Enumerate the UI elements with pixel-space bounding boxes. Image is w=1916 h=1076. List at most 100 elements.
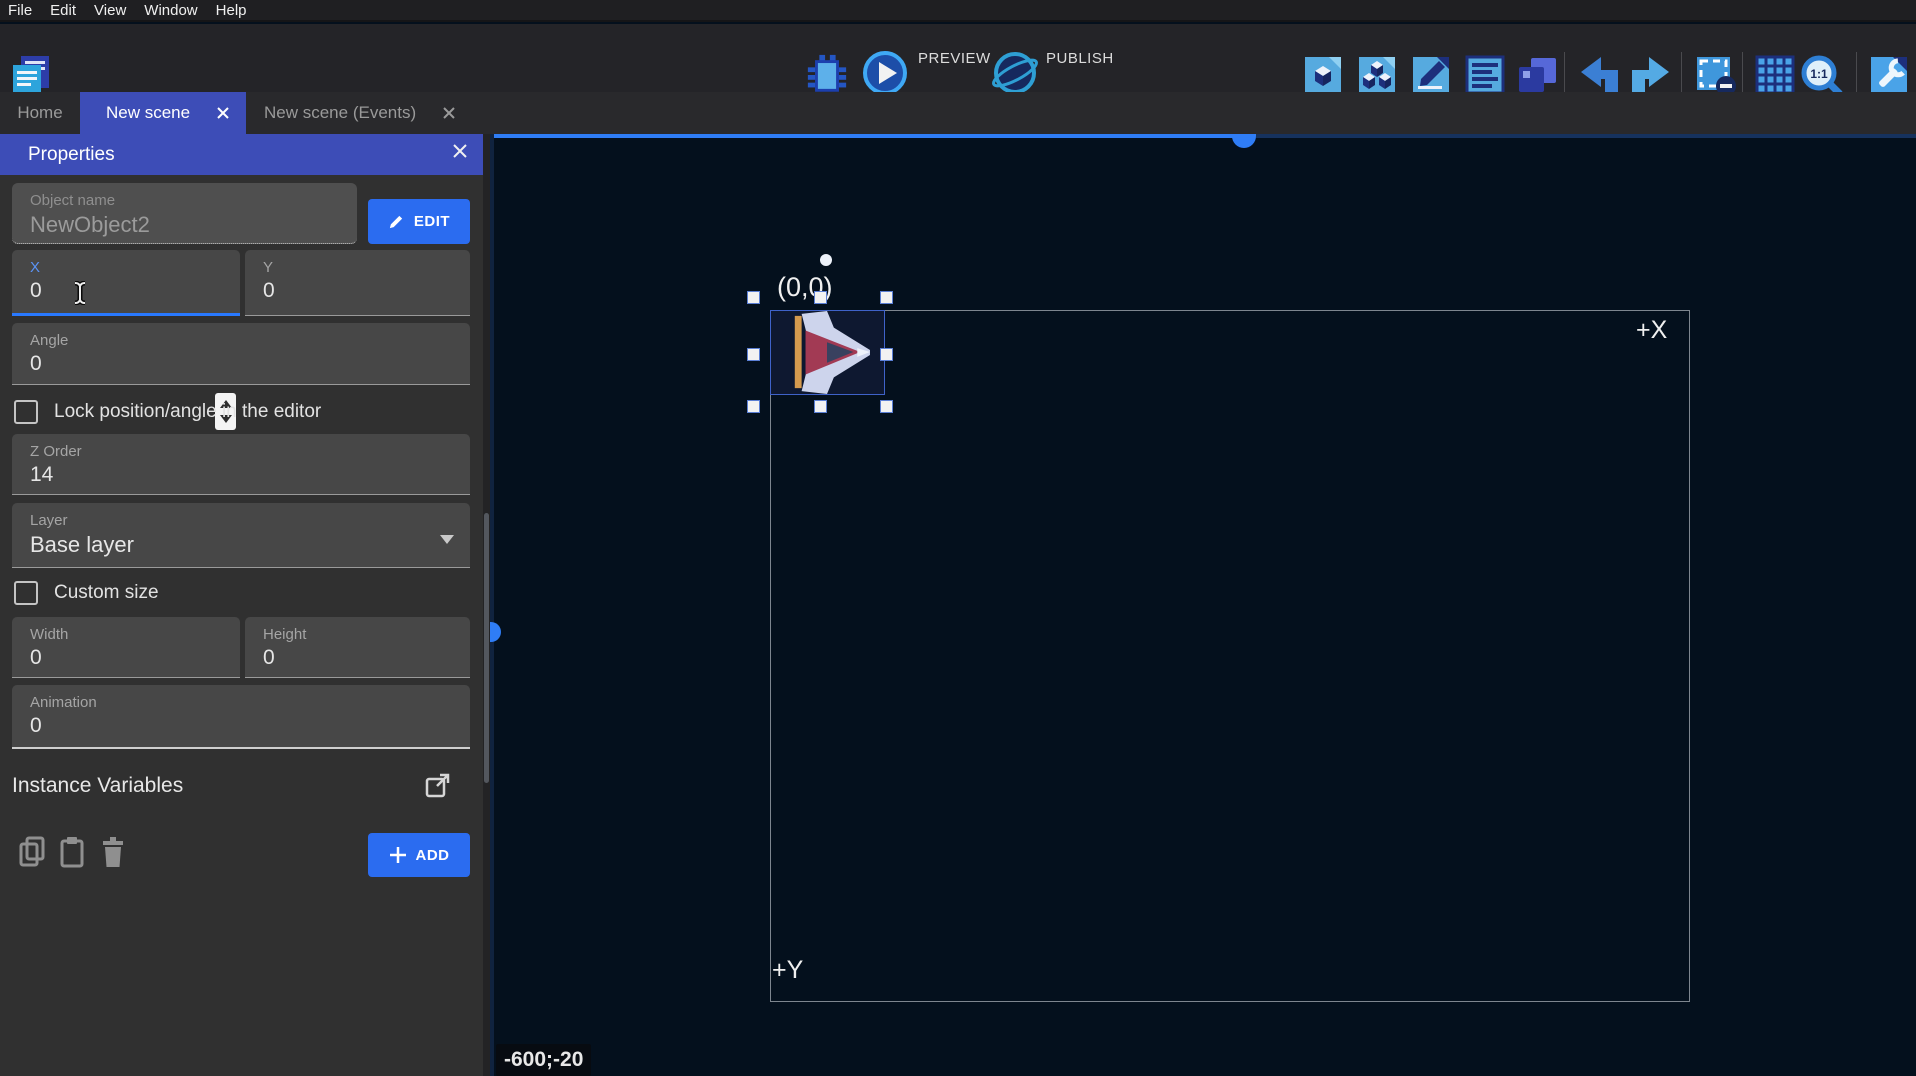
toolbar-separator <box>1681 52 1682 96</box>
width-field[interactable]: Width 0 <box>12 617 240 678</box>
preview-button-label[interactable]: PREVIEW <box>918 24 991 92</box>
zoom-1-1-icon: 1:1 <box>1799 53 1843 97</box>
canvas-vertical-scrollbar[interactable] <box>490 134 494 1076</box>
selection-handle-bottom-center[interactable] <box>814 400 827 413</box>
selection-handle-mid-left[interactable] <box>747 348 760 361</box>
angle-field[interactable]: Angle 0 <box>12 323 470 385</box>
canvas-vertical-scrollbar-handle[interactable] <box>490 622 501 642</box>
paste-variable-icon[interactable] <box>58 836 86 873</box>
axis-x-label: +X <box>1636 316 1667 345</box>
main-toolbar: PREVIEW PUBLISH <box>0 24 1916 92</box>
tab-home-label: Home <box>17 103 62 123</box>
plus-icon <box>389 846 407 864</box>
selection-handle-bottom-left[interactable] <box>747 400 760 413</box>
custom-size-label: Custom size <box>54 582 159 604</box>
tab-bar: Home New scene New scene (Events) <box>0 92 1916 134</box>
selection-handle-mid-right[interactable] <box>880 348 893 361</box>
height-label: Height <box>263 626 470 643</box>
x-position-field[interactable]: X 0 <box>12 250 240 316</box>
menu-bar: File Edit View Window Help <box>0 0 1916 22</box>
menu-view[interactable]: View <box>94 2 126 19</box>
tab-new-scene-events[interactable]: New scene (Events) <box>252 92 486 134</box>
selection-handle-bottom-right[interactable] <box>880 400 893 413</box>
gdevelop-app: File Edit View Window Help <box>0 0 1916 1076</box>
selection-handle-top-center[interactable] <box>814 291 827 304</box>
object-name-field[interactable]: Object name NewObject2 <box>12 183 357 244</box>
z-order-label: Z Order <box>30 443 470 460</box>
scene-canvas[interactable]: (0,0) +X +Y <box>490 134 1916 1076</box>
selected-object-instance[interactable] <box>770 310 885 395</box>
x-position-label: X <box>30 259 240 276</box>
x-position-value: 0 <box>30 279 240 303</box>
animation-label: Animation <box>30 694 470 711</box>
publish-button[interactable] <box>992 50 1038 96</box>
custom-size-checkbox[interactable] <box>14 581 38 605</box>
properties-panel-title: Properties <box>28 144 115 166</box>
panel-scrollbar-thumb[interactable] <box>484 513 489 783</box>
selection-handle-top-right[interactable] <box>880 291 893 304</box>
lock-position-label: Lock position/angle in the editor <box>54 401 321 423</box>
open-variables-editor-icon[interactable] <box>424 772 451 804</box>
instances-list-icon <box>1463 53 1507 97</box>
selection-handle-top-left[interactable] <box>747 291 760 304</box>
spaceship-sprite <box>771 311 884 394</box>
menu-window[interactable]: Window <box>144 2 197 19</box>
tab-new-scene-label: New scene <box>106 103 190 123</box>
y-position-label: Y <box>263 259 470 276</box>
canvas-horizontal-scrollbar-handle[interactable] <box>1232 134 1256 148</box>
lock-position-checkbox[interactable] <box>14 400 38 424</box>
tab-close-icon[interactable] <box>216 106 230 120</box>
rotation-handle[interactable] <box>820 254 832 266</box>
layer-value: Base layer <box>30 532 470 558</box>
tab-home[interactable]: Home <box>0 92 80 134</box>
properties-panel-header: Properties <box>0 134 483 175</box>
animation-field[interactable]: Animation 0 <box>12 685 470 749</box>
canvas-horizontal-scrollbar[interactable] <box>490 134 1916 138</box>
menu-edit[interactable]: Edit <box>50 2 76 19</box>
add-variable-label: ADD <box>416 847 450 864</box>
text-cursor-icon <box>72 281 88 305</box>
layer-label: Layer <box>30 512 470 529</box>
properties-panel: Properties Object name NewObject2 EDIT X… <box>0 134 483 1076</box>
copy-variable-icon[interactable] <box>18 836 46 873</box>
delete-variable-icon[interactable] <box>100 836 126 873</box>
object-name-value: NewObject2 <box>30 212 357 238</box>
layer-dropdown[interactable]: Layer Base layer <box>12 503 470 568</box>
edit-button[interactable]: EDIT <box>368 199 470 244</box>
objects-panel-icon <box>1301 53 1345 97</box>
chevron-down-icon[interactable] <box>440 535 454 544</box>
debugger-icon <box>805 53 849 97</box>
instance-variables-title: Instance Variables <box>12 774 183 798</box>
object-name-label: Object name <box>30 192 357 209</box>
toolbar-separator <box>1564 52 1565 96</box>
edit-button-label: EDIT <box>414 213 450 230</box>
toolbar-separator <box>1856 52 1857 96</box>
y-position-value: 0 <box>263 279 470 303</box>
menu-file[interactable]: File <box>8 2 32 19</box>
deselect-icon <box>1693 53 1737 97</box>
animation-value: 0 <box>30 714 470 738</box>
properties-panel-icon <box>1409 53 1453 97</box>
lock-position-row: Lock position/angle in the editor <box>12 397 321 427</box>
tab-new-scene-events-label: New scene (Events) <box>264 103 416 123</box>
height-value: 0 <box>263 646 470 670</box>
z-order-field[interactable]: Z Order 14 <box>12 434 470 495</box>
grid-icon <box>1753 53 1797 97</box>
angle-label: Angle <box>30 332 470 349</box>
axis-y-label: +Y <box>772 956 803 985</box>
panel-scrollbar[interactable] <box>483 134 490 1076</box>
preview-button[interactable] <box>862 50 908 96</box>
menu-help[interactable]: Help <box>216 2 247 19</box>
publish-button-label[interactable]: PUBLISH <box>1046 24 1114 92</box>
toolbar-separator <box>1742 52 1743 96</box>
y-position-field[interactable]: Y 0 <box>245 250 470 316</box>
height-field[interactable]: Height 0 <box>245 617 470 678</box>
tab-close-icon[interactable] <box>442 106 456 120</box>
custom-size-row: Custom size <box>12 578 159 608</box>
publish-globe-icon <box>992 50 1038 96</box>
close-panel-icon[interactable] <box>452 143 468 164</box>
project-settings-icon <box>1867 53 1911 97</box>
tab-new-scene[interactable]: New scene <box>80 92 246 134</box>
add-variable-button[interactable]: ADD <box>368 833 470 877</box>
pencil-icon <box>388 213 405 230</box>
